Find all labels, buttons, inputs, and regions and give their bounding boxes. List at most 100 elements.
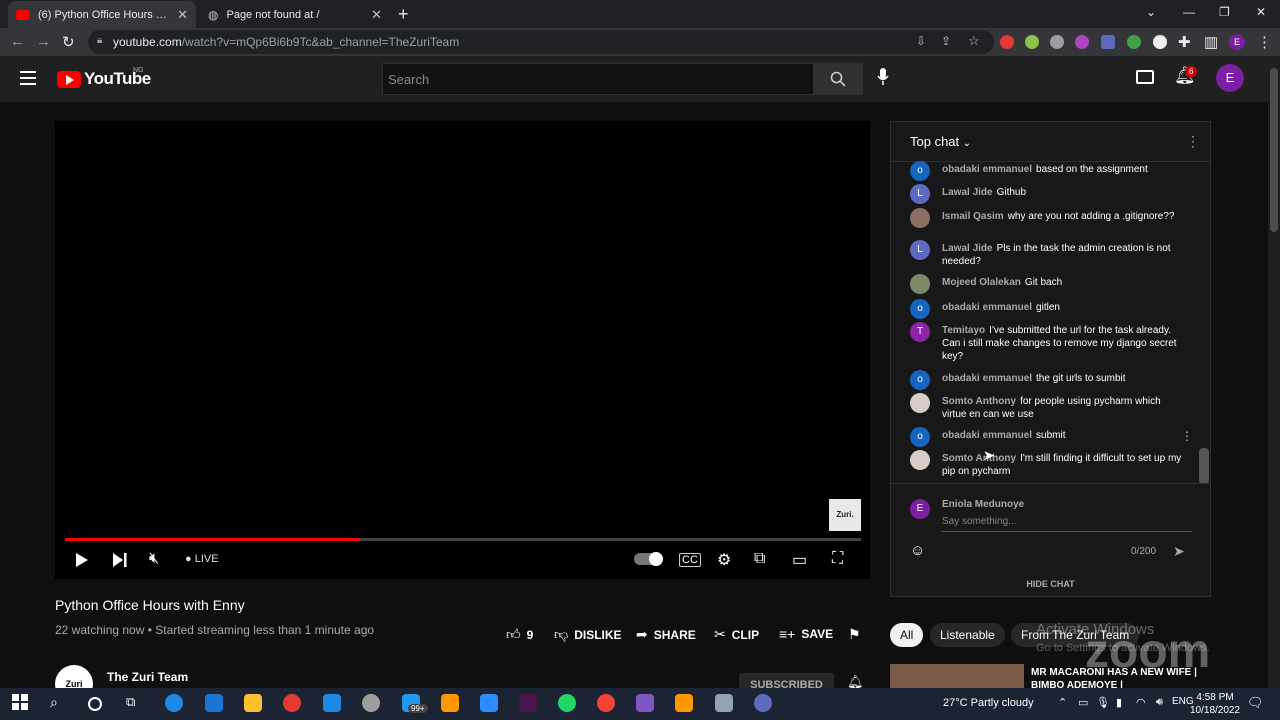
- maximize-icon[interactable]: ❐: [1219, 5, 1230, 19]
- wifi-icon[interactable]: ◠: [1136, 696, 1146, 709]
- vscode-icon[interactable]: [323, 694, 341, 712]
- mute-icon[interactable]: 🔇︎: [149, 550, 159, 568]
- chat-scrollbar[interactable]: [1199, 448, 1209, 484]
- account-avatar[interactable]: E: [1216, 64, 1244, 92]
- chat-author-avatar[interactable]: L: [910, 184, 930, 204]
- cortana-icon[interactable]: [88, 697, 102, 711]
- chat-author-name[interactable]: obadaki emmanuel: [942, 373, 1032, 384]
- chat-author-name[interactable]: Somto Anthony: [942, 453, 1016, 464]
- grammarly-icon[interactable]: [1127, 35, 1141, 49]
- store-icon[interactable]: [205, 694, 223, 712]
- menu-kebab-icon[interactable]: ⋮: [1257, 33, 1272, 51]
- captions-icon[interactable]: CC: [679, 553, 701, 567]
- new-tab-icon[interactable]: +: [398, 4, 409, 25]
- chat-author-name[interactable]: Lawal Jide: [942, 187, 993, 198]
- bookmark-star-icon[interactable]: ☆: [968, 33, 980, 49]
- chat-menu-kebab-icon[interactable]: ⋮: [1186, 133, 1200, 150]
- chat-author-name[interactable]: Lawal Jide: [942, 243, 993, 254]
- like-button[interactable]: 👍︎ 9: [506, 626, 533, 643]
- back-icon[interactable]: ←: [10, 33, 25, 50]
- chat-author-name[interactable]: obadaki emmanuel: [942, 164, 1032, 175]
- autoplay-toggle[interactable]: [634, 552, 663, 566]
- install-icon[interactable]: ⇩: [916, 34, 926, 48]
- emoji-icon[interactable]: ☺: [910, 542, 925, 559]
- network-icon[interactable]: ▭: [1078, 696, 1088, 709]
- report-button[interactable]: ⚑: [848, 626, 861, 643]
- extension-icon[interactable]: [1153, 35, 1167, 49]
- app-icon[interactable]: [754, 694, 772, 712]
- close-tab-icon[interactable]: ✕: [177, 7, 188, 23]
- profile-avatar[interactable]: E: [1229, 34, 1245, 50]
- extension-icon[interactable]: [1025, 35, 1039, 49]
- chip-listenable[interactable]: Listenable: [930, 623, 1005, 647]
- chrome-icon[interactable]: [283, 694, 301, 712]
- chat-author-name[interactable]: Mojeed Olalekan: [942, 277, 1021, 288]
- chat-author-name[interactable]: obadaki emmanuel: [942, 302, 1032, 313]
- weather-widget[interactable]: 27°C Partly cloudy: [943, 697, 1034, 709]
- chat-author-avatar[interactable]: [910, 274, 930, 294]
- channel-watermark[interactable]: Zuri.: [829, 499, 861, 531]
- settings-gear-icon[interactable]: ⚙: [717, 550, 731, 570]
- chat-author-avatar[interactable]: o: [910, 370, 930, 390]
- search-input[interactable]: Search: [382, 63, 814, 95]
- miniplayer-icon[interactable]: ⧉: [754, 550, 765, 568]
- system-clock[interactable]: 4:58 PM 10/18/2022: [1190, 691, 1240, 717]
- close-tab-icon[interactable]: ✕: [371, 7, 382, 23]
- extension-icon[interactable]: [1075, 35, 1089, 49]
- tab-search-icon[interactable]: ⌄: [1146, 5, 1156, 19]
- zoom-app-icon[interactable]: [480, 694, 498, 712]
- channel-name[interactable]: The Zuri Team: [107, 670, 188, 684]
- puzzle-extensions-icon[interactable]: ✚: [1178, 33, 1191, 51]
- theater-mode-icon[interactable]: ▭: [792, 550, 807, 570]
- task-view-icon[interactable]: ⧉: [126, 694, 144, 712]
- share-button[interactable]: ➦ SHARE: [636, 626, 696, 643]
- side-panel-icon[interactable]: ▥: [1204, 33, 1218, 51]
- chat-author-avatar[interactable]: T: [910, 322, 930, 342]
- extension-icon[interactable]: [1101, 35, 1115, 49]
- reload-icon[interactable]: ↻: [62, 33, 75, 51]
- whatsapp-icon[interactable]: [558, 694, 576, 712]
- page-scrollbar-thumb[interactable]: [1270, 68, 1278, 232]
- save-button[interactable]: ≡+ SAVE: [779, 626, 833, 642]
- search-button[interactable]: [813, 63, 863, 95]
- app-icon[interactable]: [597, 694, 615, 712]
- chat-author-avatar[interactable]: o: [910, 427, 930, 447]
- next-icon[interactable]: [112, 552, 128, 568]
- vlc-icon[interactable]: [675, 694, 693, 712]
- search-icon[interactable]: ⌕: [50, 694, 68, 712]
- app-icon[interactable]: [441, 694, 459, 712]
- app-icon[interactable]: [362, 694, 380, 712]
- create-video-icon[interactable]: [1136, 70, 1154, 84]
- video-player[interactable]: Zuri. 🔇︎ ● LIVE CC ⚙ ⧉ ▭ ⛶: [55, 121, 870, 579]
- tab-youtube[interactable]: (6) Python Office Hours with Enn ✕: [8, 1, 196, 28]
- hide-chat-button[interactable]: HIDE CHAT: [891, 579, 1210, 589]
- send-icon[interactable]: ➤: [1173, 543, 1185, 560]
- close-window-icon[interactable]: ✕: [1256, 5, 1266, 19]
- live-indicator[interactable]: ● LIVE: [185, 553, 219, 565]
- recommendation-thumbnail[interactable]: [890, 664, 1024, 688]
- file-explorer-icon[interactable]: [244, 694, 262, 712]
- chat-author-avatar[interactable]: o: [910, 299, 930, 319]
- tab-page-not-found[interactable]: ◍ Page not found at / ✕: [200, 1, 390, 28]
- battery-icon[interactable]: ▮: [1116, 696, 1122, 709]
- share-page-icon[interactable]: ⇪: [941, 34, 951, 48]
- chat-author-avatar[interactable]: L: [910, 240, 930, 260]
- chat-author-name[interactable]: obadaki emmanuel: [942, 430, 1032, 441]
- chat-author-avatar[interactable]: [910, 450, 930, 470]
- chat-author-avatar[interactable]: [910, 208, 930, 228]
- clip-button[interactable]: ✂ CLIP: [714, 626, 759, 643]
- hamburger-menu-icon[interactable]: [20, 71, 36, 89]
- mic-icon[interactable]: [877, 68, 889, 86]
- windows-start-icon[interactable]: [12, 694, 30, 712]
- chat-author-name[interactable]: Somto Anthony: [942, 396, 1016, 407]
- volume-icon[interactable]: 🔊︎: [1156, 696, 1163, 709]
- forward-icon[interactable]: →: [36, 33, 51, 50]
- extension-icon[interactable]: [1000, 35, 1014, 49]
- page-scrollbar[interactable]: [1268, 56, 1280, 688]
- edge-icon[interactable]: [165, 694, 183, 712]
- chat-author-name[interactable]: Temitayo: [942, 325, 985, 336]
- tray-chevron-icon[interactable]: ⌃: [1058, 696, 1067, 709]
- chat-message-input[interactable]: Say something...: [942, 516, 1192, 532]
- chat-author-name[interactable]: Ismail Qasim: [942, 211, 1004, 222]
- slack-icon[interactable]: [519, 694, 537, 712]
